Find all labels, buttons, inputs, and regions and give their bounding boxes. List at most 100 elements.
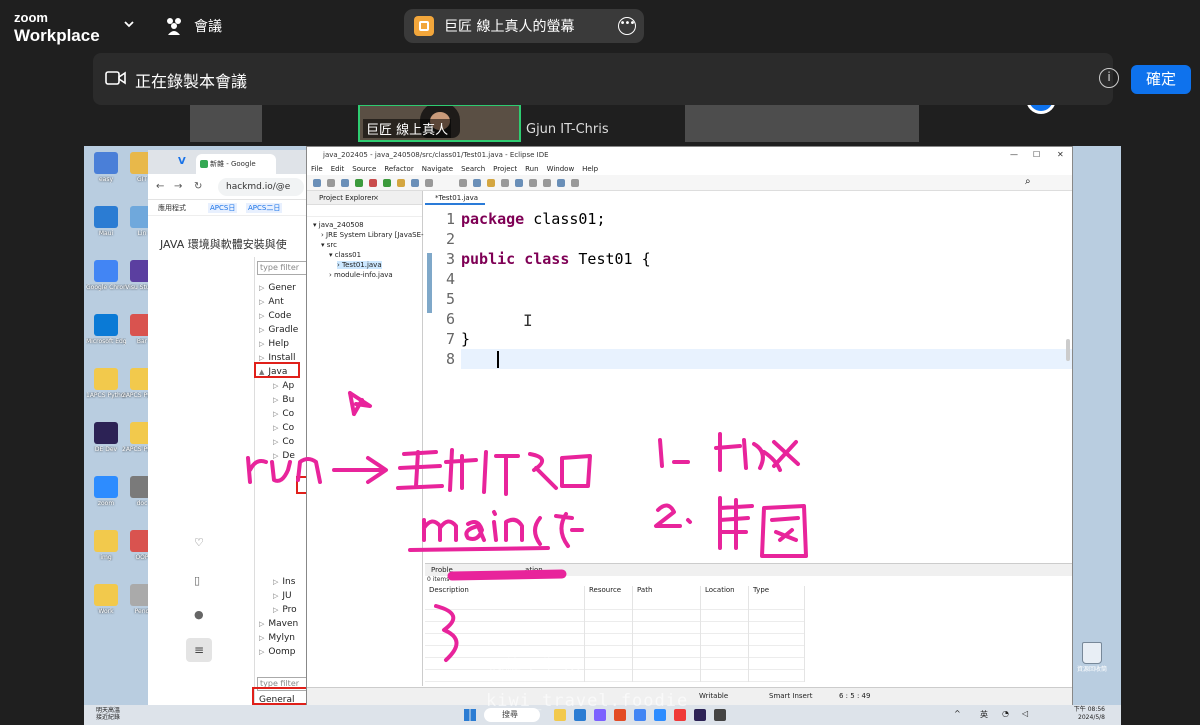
desktop-icon[interactable]: img — [86, 530, 126, 561]
column-header-location[interactable]: Location — [701, 586, 749, 682]
browser-tab[interactable]: 新雜 - Google — [196, 154, 276, 174]
expand-arrow-icon[interactable]: ▷ — [273, 578, 278, 586]
pref-item[interactable]: ▷ Co — [273, 423, 294, 433]
wifi-icon[interactable]: ◔ — [1002, 709, 1009, 718]
pref-item[interactable]: ▷ Ins — [273, 577, 295, 587]
tree-item[interactable]: ▾ class01 — [329, 251, 361, 259]
tree-arrow-icon[interactable]: ▾ — [313, 221, 319, 229]
pref-item[interactable]: ▷ JU — [273, 591, 292, 601]
expand-arrow-icon[interactable]: ▷ — [273, 592, 278, 600]
toolbar-button-icon[interactable] — [543, 179, 551, 187]
toolbar-button-icon[interactable] — [369, 179, 377, 187]
pref-item[interactable]: ▷ Bu — [273, 395, 294, 405]
toolbar-button-icon[interactable] — [383, 179, 391, 187]
expand-arrow-icon[interactable]: ▷ — [259, 312, 264, 320]
pref-item[interactable]: ▷ Code — [259, 311, 291, 321]
heart-icon[interactable]: ♡ — [194, 536, 204, 549]
forward-icon[interactable]: → — [174, 181, 182, 192]
expand-arrow-icon[interactable]: ▷ — [273, 396, 278, 404]
bookmark-apcs-2[interactable]: APCS二日 — [246, 203, 283, 213]
desktop-icon[interactable]: Microsoft Edge — [86, 314, 126, 345]
screen-share-indicator[interactable]: 巨匠 線上真人的螢幕 ••• — [404, 9, 644, 43]
more-options-icon[interactable]: ••• — [618, 17, 636, 35]
windows-start-icon[interactable] — [464, 709, 476, 721]
pref-item[interactable]: ▷ De — [273, 451, 295, 461]
desktop-icon[interactable]: Google Chrome — [86, 260, 126, 291]
weather-widget[interactable]: 明天高溫 接近紀錄 — [96, 707, 120, 721]
desktop-icon[interactable]: zoom — [86, 476, 126, 507]
back-icon[interactable]: ← — [156, 181, 164, 192]
toolbar-button-icon[interactable] — [327, 179, 335, 187]
column-header-type[interactable]: Type — [749, 586, 805, 682]
close-icon[interactable]: ✕ — [1057, 147, 1064, 163]
tree-item[interactable]: › module-info.java — [329, 271, 393, 279]
tree-item[interactable]: › JRE System Library [JavaSE- — [321, 231, 424, 239]
pref-item[interactable]: ▷ Gener — [259, 283, 296, 293]
toolbar-button-icon[interactable] — [341, 179, 349, 187]
expand-arrow-icon[interactable]: ▷ — [273, 438, 278, 446]
tree-arrow-icon[interactable]: ▾ — [321, 241, 327, 249]
expand-arrow-icon[interactable]: ▷ — [259, 284, 264, 292]
menu-item-window[interactable]: Window — [547, 163, 575, 175]
minimize-icon[interactable]: — — [1010, 147, 1018, 163]
expand-arrow-icon[interactable]: ▷ — [259, 620, 264, 628]
menu-item-project[interactable]: Project — [493, 163, 517, 175]
menu-item-source[interactable]: Source — [352, 163, 376, 175]
pref-item[interactable]: ▷ Oomp — [259, 647, 295, 657]
expand-arrow-icon[interactable]: ▷ — [273, 606, 278, 614]
toolbar-button-icon[interactable] — [515, 179, 523, 187]
ime-indicator[interactable]: 英 — [980, 709, 988, 720]
expand-arrow-icon[interactable]: ▷ — [259, 326, 264, 334]
tree-item[interactable]: ▾ java_240508 — [313, 221, 364, 229]
toolbar-button-icon[interactable] — [487, 179, 495, 187]
toolbar-button-icon[interactable] — [529, 179, 537, 187]
reload-icon[interactable]: ↻ — [194, 181, 202, 192]
tree-item[interactable]: › Test01.java — [337, 261, 382, 269]
pref-item[interactable]: ▷ Co — [273, 409, 294, 419]
pref-item[interactable]: ▷ Co — [273, 437, 294, 447]
menu-item-navigate[interactable]: Navigate — [422, 163, 453, 175]
taskbar-clock[interactable]: 下午 08:56 2024/5/8 — [1074, 706, 1105, 722]
toolbar-button-icon[interactable] — [411, 179, 419, 187]
bookmark-apps[interactable]: 應用程式 — [158, 203, 186, 213]
expand-arrow-icon[interactable]: ▷ — [259, 298, 264, 306]
toolbar-button-icon[interactable] — [501, 179, 509, 187]
expand-arrow-icon[interactable]: ▷ — [273, 424, 278, 432]
desktop-icon[interactable]: Maui — [86, 206, 126, 237]
toolbar-button-icon[interactable] — [557, 179, 565, 187]
bookmark-icon[interactable]: ▯ — [194, 574, 200, 587]
close-view-icon[interactable]: × — [373, 191, 379, 205]
search-icon[interactable]: ⌕ — [1025, 176, 1031, 187]
menu-icon[interactable]: ≡ — [186, 638, 212, 662]
info-icon[interactable]: i — [1099, 68, 1119, 88]
active-speaker-video[interactable]: 巨匠 線上真人 — [358, 104, 521, 142]
column-header-resource[interactable]: Resource — [585, 586, 633, 682]
toolbar-button-icon[interactable] — [355, 179, 363, 187]
bookmark-apcs-1[interactable]: APCS日 — [208, 203, 238, 213]
toolbar-button-icon[interactable] — [313, 179, 321, 187]
url-field[interactable]: hackmd.io/@e — [218, 178, 304, 196]
menu-item-edit[interactable]: Edit — [331, 163, 345, 175]
toolbar-button-icon[interactable] — [425, 179, 433, 187]
toolbar-button-icon[interactable] — [397, 179, 405, 187]
toolbar-button-icon[interactable] — [473, 179, 481, 187]
editor-tab[interactable]: *Test01.java — [425, 191, 485, 205]
menu-item-run[interactable]: Run — [525, 163, 538, 175]
tree-arrow-icon[interactable]: › — [337, 261, 342, 269]
project-explorer-tab[interactable]: Project Explorer × — [307, 191, 422, 205]
toolbar-button-icon[interactable] — [459, 179, 467, 187]
menu-item-refactor[interactable]: Refactor — [384, 163, 413, 175]
tree-arrow-icon[interactable]: ▾ — [329, 251, 335, 259]
pref-item[interactable]: ▷ Gradle — [259, 325, 298, 335]
expand-arrow-icon[interactable]: ▷ — [259, 340, 264, 348]
maximize-icon[interactable]: ☐ — [1033, 147, 1040, 163]
volume-icon[interactable]: ◁ — [1022, 709, 1028, 718]
desktop-icon[interactable]: easy — [86, 152, 126, 183]
toolbar-button-icon[interactable] — [571, 179, 579, 187]
expand-arrow-icon[interactable]: ▷ — [259, 354, 264, 362]
ok-button[interactable]: 確定 — [1131, 65, 1191, 94]
editor-scrollbar[interactable] — [1066, 339, 1070, 361]
meeting-menu[interactable]: 會議 — [164, 16, 222, 36]
pref-item[interactable]: ▷ Ap — [273, 381, 294, 391]
expand-arrow-icon[interactable]: ▷ — [273, 452, 278, 460]
